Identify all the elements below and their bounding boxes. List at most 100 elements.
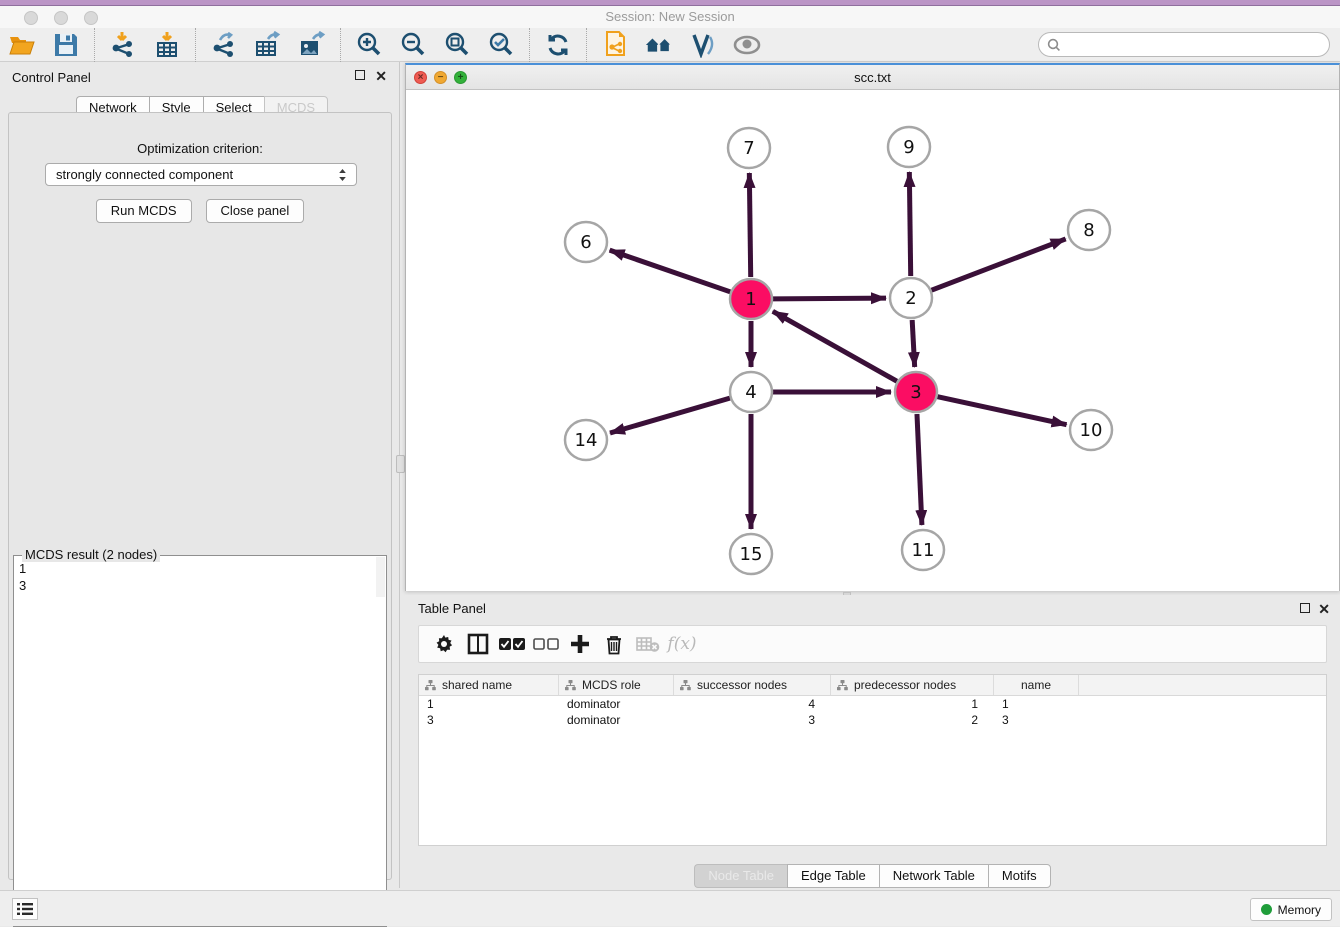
column-header-predecessor-nodes[interactable]: predecessor nodes: [831, 675, 994, 695]
node-2[interactable]: 2: [890, 278, 932, 318]
hierarchy-icon: [565, 680, 576, 691]
node-15[interactable]: 15: [730, 534, 772, 574]
panel-splitter-handle[interactable]: [396, 455, 405, 473]
column-header-name[interactable]: name: [994, 675, 1079, 695]
import-network-icon[interactable]: [108, 30, 138, 60]
svg-text:4: 4: [745, 382, 756, 403]
run-mcds-button[interactable]: Run MCDS: [96, 199, 192, 223]
function-builder-fx-icon[interactable]: f(x): [665, 629, 699, 659]
node-6[interactable]: 6: [565, 222, 607, 262]
refresh-icon[interactable]: [543, 30, 573, 60]
import-table-icon[interactable]: [152, 30, 182, 60]
hierarchy-icon: [425, 680, 436, 691]
node-3[interactable]: 3: [895, 372, 937, 412]
edge-1-6[interactable]: [610, 250, 731, 292]
hide-panel-eye-icon[interactable]: [732, 30, 762, 60]
select-all-checked-icon[interactable]: [495, 629, 529, 659]
node-8[interactable]: 8: [1068, 210, 1110, 250]
tab-edge-table[interactable]: Edge Table: [787, 864, 879, 888]
open-session-icon[interactable]: [7, 30, 37, 60]
table-panel-title: Table Panel: [418, 601, 486, 616]
mcds-tab-content: Optimization criterion: strongly connect…: [8, 112, 392, 880]
table-cell[interactable]: 4: [674, 696, 831, 712]
node-table[interactable]: shared nameMCDS rolesuccessor nodesprede…: [418, 674, 1327, 846]
result-scrollbar[interactable]: [376, 557, 385, 597]
table-cell[interactable]: 1: [419, 696, 559, 712]
edge-1-7[interactable]: [749, 173, 750, 277]
column-header-MCDS-role[interactable]: MCDS role: [559, 675, 674, 695]
table-cell[interactable]: 1: [994, 696, 1079, 712]
export-table-icon[interactable]: [253, 30, 283, 60]
show-columns-icon[interactable]: [461, 629, 495, 659]
edge-3-10[interactable]: [937, 397, 1066, 425]
network-view-window: × − + scc.txt 7 9 6 8 1 2 4 3 14 10 15 11: [405, 63, 1340, 591]
network-canvas[interactable]: 7 9 6 8 1 2 4 3 14 10 15 11: [406, 90, 1339, 591]
edge-3-11[interactable]: [917, 414, 922, 525]
vizmapper-icon[interactable]: [688, 30, 718, 60]
table-cell[interactable]: dominator: [559, 696, 674, 712]
zoom-selected-icon[interactable]: [486, 30, 516, 60]
close-panel-button[interactable]: Close panel: [206, 199, 305, 223]
table-cell[interactable]: 2: [831, 712, 994, 728]
table-toolbar: f(x): [418, 625, 1327, 663]
table-cell[interactable]: 1: [831, 696, 994, 712]
float-panel-icon[interactable]: [355, 70, 365, 82]
edge-1-2[interactable]: [773, 298, 886, 299]
network-title: scc.txt: [406, 70, 1339, 85]
network-graph[interactable]: 7 9 6 8 1 2 4 3 14 10 15 11: [406, 90, 1339, 591]
tab-network-table[interactable]: Network Table: [879, 864, 988, 888]
table-row[interactable]: 3dominator323: [419, 712, 1326, 728]
node-4[interactable]: 4: [730, 372, 772, 412]
add-column-icon[interactable]: [563, 629, 597, 659]
mcds-result-list[interactable]: 1 3: [19, 560, 26, 594]
svg-text:9: 9: [903, 137, 914, 158]
table-settings-gear-icon[interactable]: [427, 629, 461, 659]
zoom-in-icon[interactable]: [354, 30, 384, 60]
optimization-criterion-select[interactable]: strongly connected component: [45, 163, 357, 186]
search-input[interactable]: [1067, 38, 1329, 52]
node-1[interactable]: 1: [730, 279, 772, 319]
export-image-icon[interactable]: [297, 30, 327, 60]
column-header-shared-name[interactable]: shared name: [419, 675, 559, 695]
table-cell[interactable]: dominator: [559, 712, 674, 728]
tab-node-table[interactable]: Node Table: [694, 864, 787, 888]
mcds-result-title: MCDS result (2 nodes): [22, 547, 160, 562]
edge-3-1[interactable]: [773, 311, 897, 381]
delete-column-trash-icon[interactable]: [597, 629, 631, 659]
zoom-fit-icon[interactable]: [442, 30, 472, 60]
network-file-icon[interactable]: [600, 30, 630, 60]
node-9[interactable]: 9: [888, 127, 930, 167]
column-header-successor-nodes[interactable]: successor nodes: [674, 675, 831, 695]
table-cell[interactable]: 3: [419, 712, 559, 728]
node-11[interactable]: 11: [902, 530, 944, 570]
edge-2-9[interactable]: [909, 172, 910, 276]
cyndex-home-icon[interactable]: [644, 30, 674, 60]
node-14[interactable]: 14: [565, 420, 607, 460]
node-7[interactable]: 7: [728, 128, 770, 168]
node-10[interactable]: 10: [1070, 410, 1112, 450]
zoom-out-icon[interactable]: [398, 30, 428, 60]
close-panel-icon[interactable]: ✕: [375, 70, 387, 82]
svg-text:7: 7: [743, 138, 754, 159]
task-history-button[interactable]: [12, 898, 38, 920]
control-panel: Control Panel ✕ NetworkStyleSelectMCDS O…: [0, 62, 400, 888]
edge-2-3[interactable]: [912, 320, 915, 367]
save-session-icon[interactable]: [51, 30, 81, 60]
memory-button[interactable]: Memory: [1250, 898, 1332, 921]
tab-motifs[interactable]: Motifs: [988, 864, 1051, 888]
toolbar-search[interactable]: [1038, 32, 1330, 57]
hierarchy-icon: [837, 680, 848, 691]
close-table-panel-icon[interactable]: ✕: [1318, 603, 1330, 615]
network-window-titlebar[interactable]: × − + scc.txt: [406, 65, 1339, 90]
table-cell[interactable]: 3: [994, 712, 1079, 728]
edge-4-14[interactable]: [610, 398, 730, 433]
float-table-panel-icon[interactable]: [1300, 603, 1310, 615]
search-icon: [1047, 38, 1061, 52]
table-row[interactable]: 1dominator411: [419, 696, 1326, 712]
edge-2-8[interactable]: [932, 239, 1066, 290]
delete-table-icon[interactable]: [631, 629, 665, 659]
table-cell[interactable]: 3: [674, 712, 831, 728]
export-network-icon[interactable]: [209, 30, 239, 60]
table-body: 1dominator4113dominator323: [419, 696, 1326, 728]
deselect-all-unchecked-icon[interactable]: [529, 629, 563, 659]
